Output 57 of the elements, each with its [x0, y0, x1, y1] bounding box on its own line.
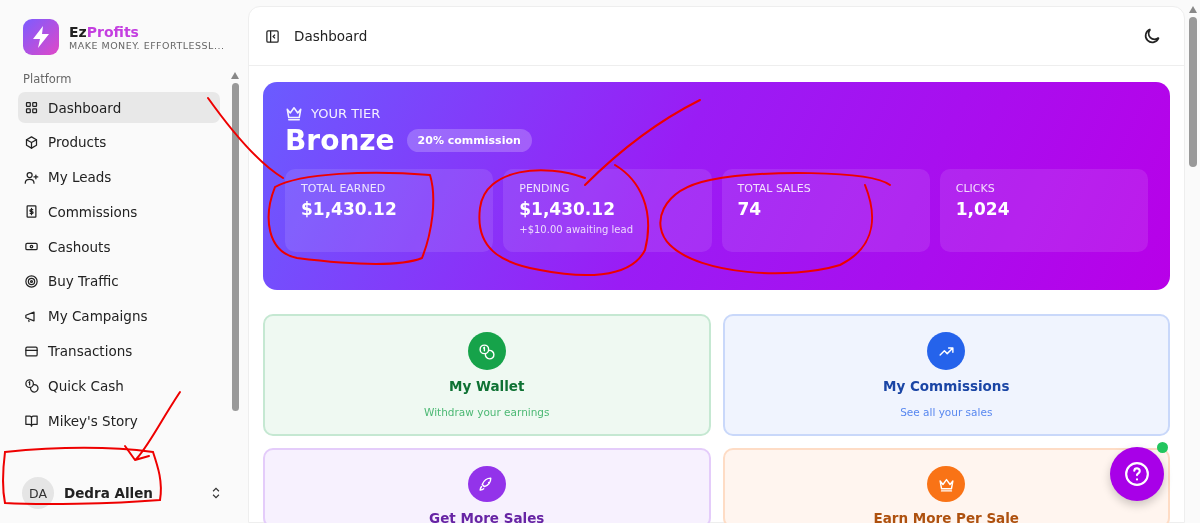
book-icon: [24, 413, 39, 429]
sidebar-item[interactable]: My Leads: [18, 161, 220, 193]
action-card[interactable]: Earn More Per Sale: [722, 448, 1170, 523]
stat-value: 74: [737, 199, 763, 219]
stat-note: +$10.00 awaiting lead: [519, 224, 634, 235]
card-subtitle: See all your sales: [900, 406, 993, 418]
coins-icon: [24, 378, 39, 394]
scrollbar-thumb[interactable]: [231, 83, 239, 411]
sidebar-item[interactable]: Buy Traffic: [18, 266, 220, 297]
help-icon: [1124, 461, 1150, 487]
brand-name: EzProfits: [69, 23, 140, 40]
section-label: Platform: [22, 72, 73, 88]
user-plus-icon: [24, 169, 39, 185]
scroll-up-arrow-icon[interactable]: [1188, 6, 1197, 13]
sidebar-item[interactable]: Commissions: [18, 196, 220, 228]
page-title: Dashboard: [294, 28, 369, 44]
stat-value: 1,024: [955, 199, 1011, 219]
stat-value: $1,430.12: [301, 199, 398, 219]
card-title: My Commissions: [883, 378, 1010, 394]
online-status-dot: [1157, 442, 1168, 453]
box-icon: [24, 134, 39, 150]
sidebar-item[interactable]: My Campaigns: [18, 300, 220, 332]
dollar-receipt-icon: [24, 204, 39, 220]
card-title: Earn More Per Sale: [873, 510, 1019, 523]
action-card[interactable]: Get More Sales: [263, 448, 711, 523]
card-title: Get More Sales: [429, 510, 545, 523]
stat-label: PENDING: [519, 182, 571, 195]
stat-label: TOTAL EARNED: [301, 182, 387, 195]
lightning-logo: [23, 19, 59, 55]
sidebar-toggle-icon[interactable]: [265, 28, 280, 44]
stat-label: TOTAL SALES: [737, 182, 812, 195]
grid-icon: [24, 100, 39, 115]
action-card[interactable]: My Wallet Withdraw your earnings: [263, 314, 711, 436]
coins-icon: [478, 342, 496, 360]
credit-card-icon: [24, 343, 39, 359]
stat-label: CLICKS: [955, 182, 996, 195]
card-subtitle: Withdraw your earnings: [424, 406, 550, 418]
sidebar-item[interactable]: Cashouts: [18, 231, 220, 263]
sidebar-item[interactable]: Transactions: [18, 335, 220, 367]
crown-icon: [285, 104, 303, 122]
target-icon: [24, 274, 39, 289]
action-card[interactable]: My Commissions See all your sales: [722, 314, 1170, 436]
stat-value: $1,430.12: [519, 199, 616, 219]
card-title: My Wallet: [449, 378, 525, 394]
sidebar-item[interactable]: Dashboard: [18, 92, 220, 123]
brand-tagline: MAKE MONEY. EFFORTLESSL...: [69, 39, 225, 51]
sidebar-item[interactable]: Quick Cash: [18, 370, 220, 402]
user-avatar: DA: [22, 477, 54, 509]
commission-badge: 20% commission: [406, 129, 532, 152]
tier-label: YOUR TIER: [311, 105, 381, 121]
scrollbar-thumb[interactable]: [1188, 17, 1197, 167]
moon-icon[interactable]: [1142, 26, 1162, 46]
sidebar-item[interactable]: Mikey's Story: [18, 405, 220, 437]
scroll-up-arrow-icon[interactable]: [231, 72, 239, 79]
sidebar-item[interactable]: Products: [18, 126, 220, 158]
user-name: Dedra Allen: [64, 485, 154, 501]
tier-name: Bronze: [285, 124, 395, 157]
